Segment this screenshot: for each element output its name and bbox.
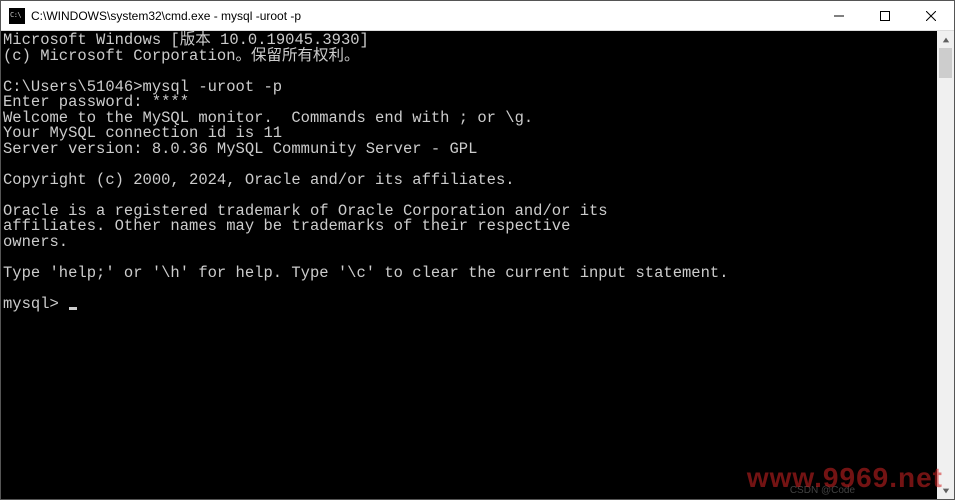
mysql-prompt[interactable]: mysql> bbox=[3, 295, 68, 313]
scroll-up-button[interactable] bbox=[937, 31, 954, 48]
terminal-output[interactable]: Microsoft Windows [版本 10.0.19045.3930] (… bbox=[1, 31, 937, 499]
titlebar[interactable]: C:\WINDOWS\system32\cmd.exe - mysql -uro… bbox=[1, 1, 954, 31]
minimize-button[interactable] bbox=[816, 1, 862, 30]
cmd-window: C:\WINDOWS\system32\cmd.exe - mysql -uro… bbox=[0, 0, 955, 500]
window-title: C:\WINDOWS\system32\cmd.exe - mysql -uro… bbox=[31, 9, 816, 23]
maximize-button[interactable] bbox=[862, 1, 908, 30]
client-area: Microsoft Windows [版本 10.0.19045.3930] (… bbox=[1, 31, 954, 499]
cursor bbox=[69, 307, 77, 310]
vertical-scrollbar[interactable] bbox=[937, 31, 954, 499]
window-controls bbox=[816, 1, 954, 30]
watermark-url: www.9969.net bbox=[747, 462, 943, 494]
scroll-track[interactable] bbox=[937, 48, 954, 482]
close-button[interactable] bbox=[908, 1, 954, 30]
cmd-icon bbox=[9, 8, 25, 24]
terminal-lines: Microsoft Windows [版本 10.0.19045.3930] (… bbox=[3, 31, 729, 282]
scroll-thumb[interactable] bbox=[939, 48, 952, 78]
